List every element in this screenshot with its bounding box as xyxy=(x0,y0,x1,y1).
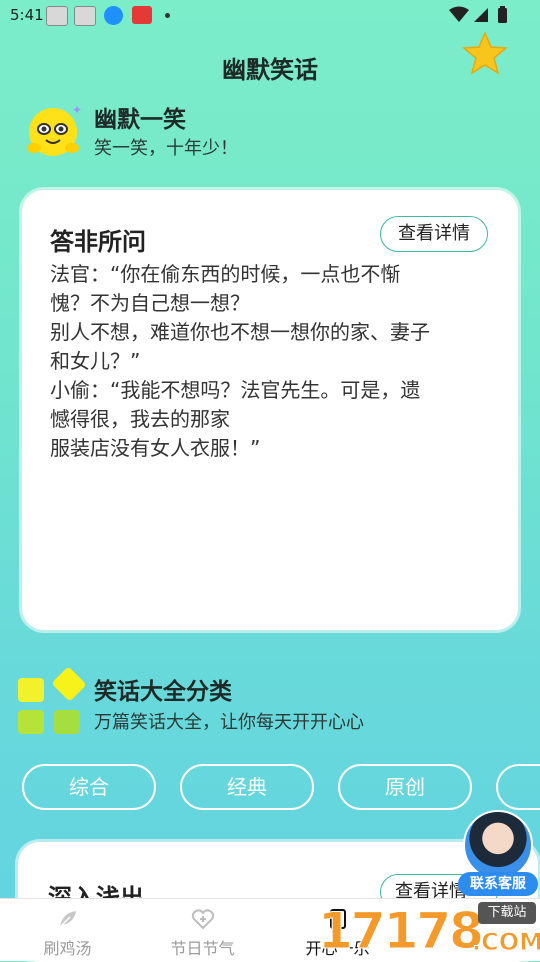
status-bar: 5:41 xyxy=(0,0,540,30)
category-chip-classic[interactable]: 经典 xyxy=(180,764,314,810)
tab-festivals[interactable]: 节日节气 xyxy=(135,899,270,961)
page-title: 幽默笑话 xyxy=(222,56,318,84)
customer-service-button[interactable]: 联系客服 xyxy=(458,810,538,896)
heart-plus-icon xyxy=(191,909,215,930)
site-watermark: 17178 下载站 .COM xyxy=(312,898,540,961)
notification-icon xyxy=(46,6,68,26)
category-icon xyxy=(18,666,88,736)
watermark-badge: 下载站 xyxy=(478,902,536,924)
watermark-number: 17178 xyxy=(318,902,485,961)
category-title: 笑话大全分类 xyxy=(94,679,232,705)
tab-chicken-soup[interactable]: 刷鸡汤 xyxy=(0,899,135,961)
tab-label: 节日节气 xyxy=(170,939,235,958)
feather-icon xyxy=(59,911,76,928)
more-notifications-dot xyxy=(165,13,170,18)
category-subtitle: 万篇笑话大全，让你每天开开心心 xyxy=(94,712,364,733)
hero-title: 幽默一笑 xyxy=(94,107,186,133)
notification-icon xyxy=(74,6,96,26)
joke-title: 答非所问 xyxy=(50,228,146,256)
smiley-mascot-icon: ✦ xyxy=(27,103,82,156)
category-chip-more[interactable] xyxy=(496,764,540,810)
download-icon xyxy=(104,6,123,25)
app-notification-icon xyxy=(132,6,152,24)
category-chip-original[interactable]: 原创 xyxy=(338,764,472,810)
category-chip-comprehensive[interactable]: 综合 xyxy=(22,764,156,810)
star-icon[interactable] xyxy=(462,30,508,76)
hero-subtitle: 笑一笑，十年少！ xyxy=(94,138,238,159)
joke-card: 答非所问 查看详情 法官：“你在偷东西的时候，一点也不惭 愧？不为自己想一想？ … xyxy=(22,190,518,630)
tab-label: 刷鸡汤 xyxy=(43,939,92,958)
agent-avatar-icon xyxy=(463,810,533,880)
system-status-icons xyxy=(449,6,507,23)
joke-content: 法官：“你在偷东西的时候，一点也不惭 愧？不为自己想一想？ 别人不想，难道你也不… xyxy=(50,262,430,460)
signal-icon xyxy=(474,8,488,22)
customer-service-label: 联系客服 xyxy=(458,872,538,896)
wifi-icon xyxy=(449,6,469,22)
status-time: 5:41 xyxy=(10,6,44,24)
battery-icon xyxy=(498,8,507,23)
svg-text:✦: ✦ xyxy=(72,103,82,117)
view-detail-button[interactable]: 查看详情 xyxy=(380,216,488,252)
watermark-suffix: .COM xyxy=(471,928,540,957)
